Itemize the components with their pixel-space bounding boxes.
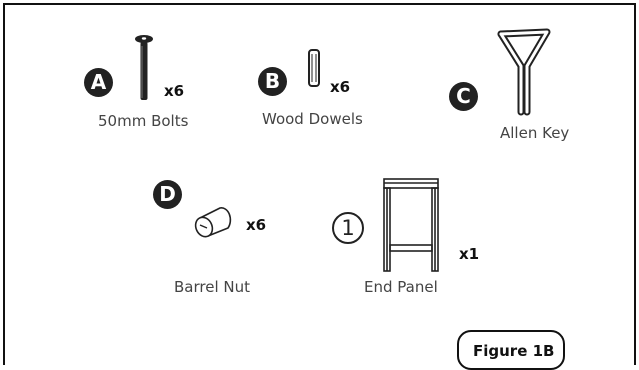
part-d-badge: D [153,180,182,209]
part-1-quantity: x1 [459,245,480,263]
part-a-quantity: x6 [164,82,185,100]
bolt-icon [135,35,153,100]
barrel-nut-icon [194,207,232,238]
part-b-quantity: x6 [330,78,351,96]
figure-tag: Figure 1B [457,330,565,370]
end-panel-icon [383,178,439,272]
part-a-label: 50mm Bolts [98,112,189,130]
part-b-label: Wood Dowels [262,110,363,128]
part-d-quantity: x6 [246,216,267,234]
allen-key-icon [497,28,551,116]
part-c-badge: C [449,82,478,111]
part-1-number: 1 [332,212,364,244]
part-c-label: Allen Key [500,124,570,142]
part-d-label: Barrel Nut [174,278,250,296]
part-a-badge: A [84,68,113,97]
part-b-badge: B [258,67,287,96]
part-1-label: End Panel [364,278,438,296]
dowel-icon [308,49,320,87]
